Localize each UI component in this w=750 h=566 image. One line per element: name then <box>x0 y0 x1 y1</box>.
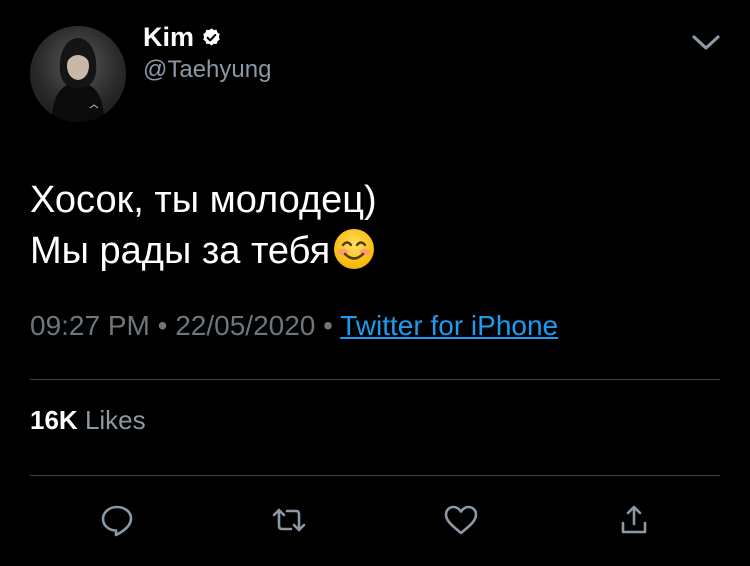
retweet-icon <box>272 508 306 532</box>
share-button[interactable] <box>614 500 654 540</box>
reply-icon <box>101 505 133 537</box>
tweet-line-1: Хосок, ты молодец) <box>30 179 377 221</box>
tweet-meta: 09:27 PM • 22/05/2020 • Twitter for iPho… <box>30 310 558 342</box>
share-icon <box>621 505 647 534</box>
smiling-face-emoji-icon <box>334 229 375 269</box>
likes-count: 16K <box>30 405 78 435</box>
meta-separator-2: • <box>315 310 341 341</box>
divider-bottom <box>30 475 720 476</box>
likes-label: Likes <box>84 405 146 435</box>
chevron-down-icon <box>692 35 720 50</box>
like-icon <box>444 505 478 535</box>
retweet-button[interactable] <box>269 500 309 540</box>
tweet-text: Хосок, ты молодец) Мы рады за тебя <box>30 175 377 277</box>
like-button[interactable] <box>441 500 481 540</box>
hooded-person-avatar-icon <box>52 38 104 122</box>
author-name-row[interactable]: Kim <box>143 22 222 53</box>
tweet-date: 22/05/2020 <box>175 310 316 341</box>
meta-separator-1: • <box>149 310 176 341</box>
more-options-button[interactable] <box>690 30 722 54</box>
avatar[interactable] <box>30 26 126 122</box>
likes-stat[interactable]: 16K Likes <box>30 405 146 436</box>
divider-top <box>30 379 720 380</box>
tweet-line-2: Мы рады за тебя <box>30 226 377 277</box>
author-name[interactable]: Kim <box>143 22 194 53</box>
verified-badge-icon <box>203 28 220 46</box>
author-handle[interactable]: @Taehyung <box>143 56 271 84</box>
reply-button[interactable] <box>97 500 137 540</box>
tweet-time: 09:27 PM <box>30 310 150 341</box>
tweet-line-2-text: Мы рады за тебя <box>30 230 331 272</box>
tweet-source-link[interactable]: Twitter for iPhone <box>340 310 558 341</box>
